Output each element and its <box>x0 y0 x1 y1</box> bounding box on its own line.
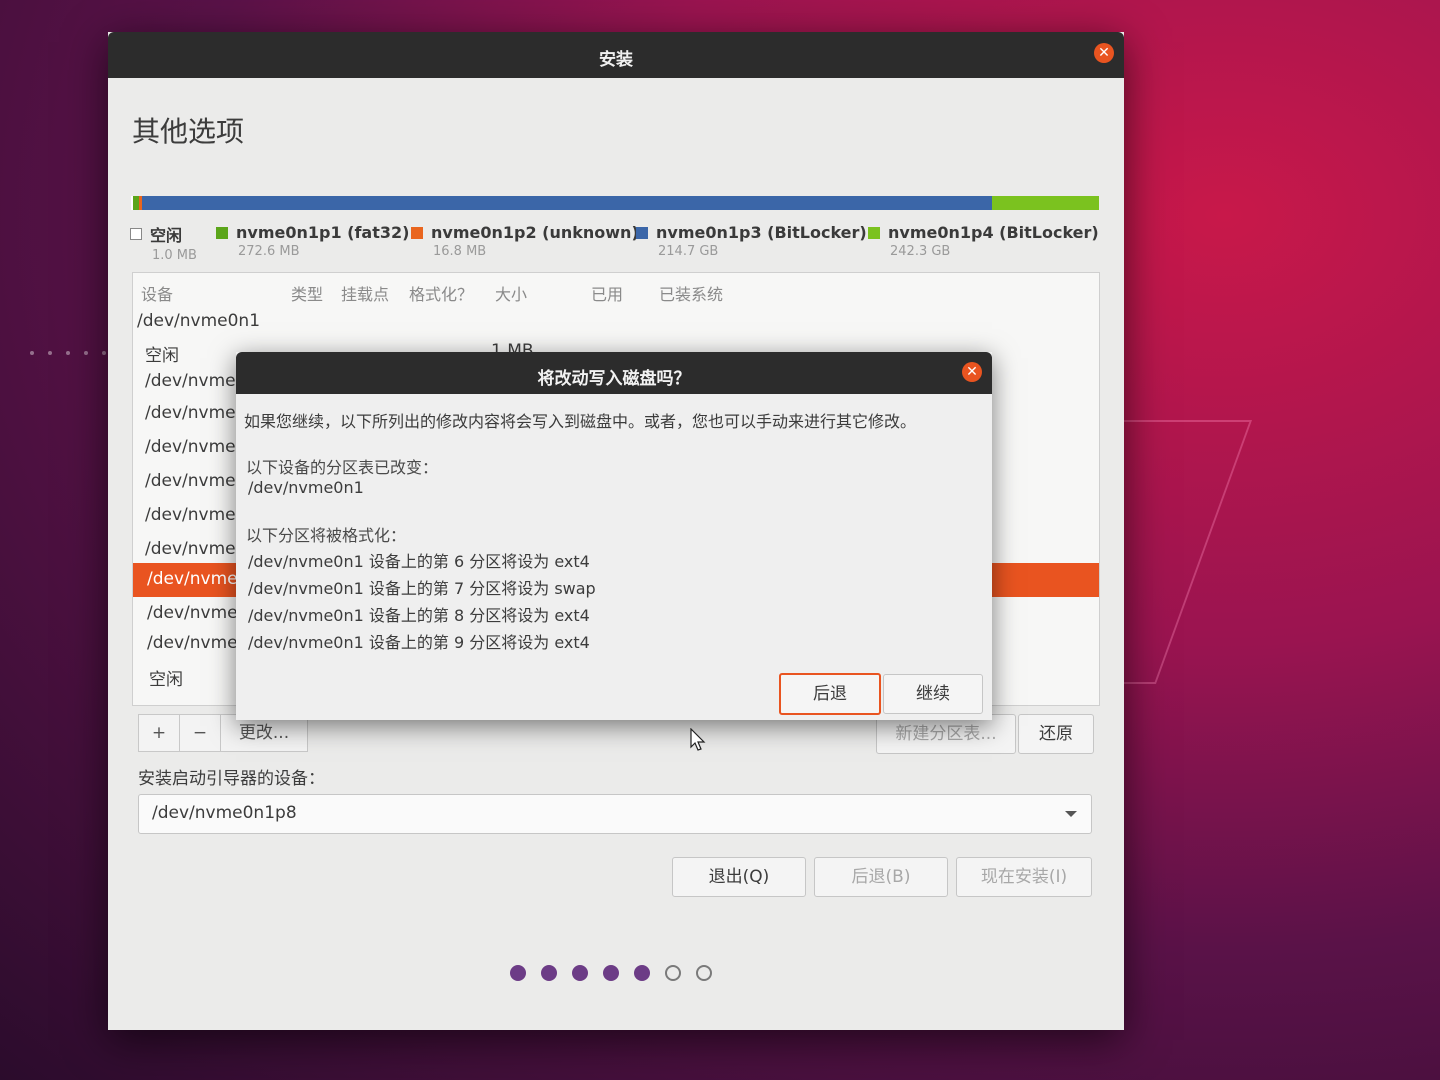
table-header: 设备 类型 挂载点 格式化？ 大小 已用 已装系统 <box>133 281 1099 305</box>
remove-partition-button[interactable]: − <box>180 715 221 751</box>
legend-swatch <box>130 228 142 240</box>
progress-dot-pending <box>696 965 712 981</box>
chevron-down-icon <box>1065 811 1077 817</box>
bootloader-device-value: /dev/nvme0n1p8 <box>152 803 297 823</box>
bootloader-label: 安装启动引导器的设备： <box>138 769 325 789</box>
legend-size: 214.7 GB <box>658 244 719 259</box>
legend-item-p1: nvme0n1p1 (fat32) 272.6 MB <box>216 222 409 259</box>
format-line: /dev/nvme0n1 设备上的第 7 分区将设为 swap <box>248 579 596 598</box>
progress-dot-done <box>603 965 619 981</box>
add-partition-button[interactable]: + <box>139 715 180 751</box>
install-now-button[interactable]: 现在安装(I) <box>956 857 1092 897</box>
legend-size: 272.6 MB <box>238 244 300 259</box>
format-line: /dev/nvme0n1 设备上的第 9 分区将设为 ext4 <box>248 633 590 652</box>
back-button[interactable]: 后退(B) <box>814 857 948 897</box>
quit-button[interactable]: 退出(Q) <box>672 857 806 897</box>
progress-dots <box>510 965 727 981</box>
legend-label: nvme0n1p2 (unknown) <box>431 223 639 242</box>
column-header-type[interactable]: 类型 <box>291 281 323 305</box>
close-icon[interactable]: ✕ <box>962 362 982 382</box>
window-title: 安装 <box>599 50 633 70</box>
legend-label: nvme0n1p3 (BitLocker) <box>656 223 867 242</box>
row-device: /dev/nvme0 <box>147 569 249 589</box>
progress-dot-done <box>510 965 526 981</box>
column-header-device[interactable]: 设备 <box>141 281 173 305</box>
row-device: 空闲 <box>145 346 179 366</box>
column-header-os[interactable]: 已装系统 <box>659 281 723 305</box>
legend-item-p4: nvme0n1p4 (BitLocker) 242.3 GB <box>868 222 1099 259</box>
dialog-back-button[interactable]: 后退 <box>779 673 881 715</box>
row-device: /dev/nvme0n1 <box>137 311 261 331</box>
window-titlebar: 安装 ✕ <box>108 32 1124 78</box>
legend-label: nvme0n1p4 (BitLocker) <box>888 223 1099 242</box>
table-row[interactable]: /dev/nvme0n1 <box>133 307 1099 337</box>
legend-swatch <box>411 226 423 239</box>
format-line: /dev/nvme0n1 设备上的第 8 分区将设为 ext4 <box>248 606 590 625</box>
dialog-message: 如果您继续，以下所列出的修改内容将会写入到磁盘中。或者，您也可以手动来进行其它修… <box>244 412 917 431</box>
legend-label: 空闲 <box>150 226 183 245</box>
close-icon[interactable]: ✕ <box>1094 43 1114 63</box>
dialog-continue-button[interactable]: 继续 <box>883 674 983 714</box>
legend-swatch <box>216 226 228 239</box>
dialog-title: 将改动写入磁盘吗？ <box>537 369 691 389</box>
new-partition-table-button[interactable]: 新建分区表... <box>876 714 1016 754</box>
disk-bar-bitlocker-p3 <box>141 196 992 210</box>
progress-dot-pending <box>665 965 681 981</box>
row-device: 空闲 <box>149 670 183 690</box>
table-changed-heading: 以下设备的分区表已改变： <box>246 458 439 477</box>
page-title: 其他选项 <box>132 115 245 148</box>
progress-dot-done <box>541 965 557 981</box>
row-device: /dev/nvme0 <box>147 603 249 623</box>
partition-legend: 空闲 1.0 MB nvme0n1p1 (fat32) 272.6 MB nvm… <box>130 222 1110 266</box>
legend-size: 16.8 MB <box>433 244 487 259</box>
wallpaper-dots <box>30 340 120 359</box>
legend-item-p3: nvme0n1p3 (BitLocker) 214.7 GB <box>636 222 867 259</box>
legend-swatch <box>868 226 880 239</box>
format-line: /dev/nvme0n1 设备上的第 6 分区将设为 ext4 <box>248 552 590 571</box>
progress-dot-done <box>572 965 588 981</box>
confirm-write-dialog: 将改动写入磁盘吗？ ✕ 如果您继续，以下所列出的修改内容将会写入到磁盘中。或者，… <box>236 352 992 720</box>
legend-swatch <box>636 226 648 239</box>
revert-button[interactable]: 还原 <box>1018 714 1094 754</box>
bootloader-device-select[interactable]: /dev/nvme0n1p8 <box>138 794 1092 834</box>
row-device: /dev/nvme0 <box>145 371 247 391</box>
row-device: /dev/nvme0 <box>145 539 247 559</box>
mouse-cursor-icon <box>690 728 706 751</box>
row-device: /dev/nvme0 <box>145 471 247 491</box>
disk-usage-bar <box>131 196 1099 210</box>
column-header-used[interactable]: 已用 <box>591 281 623 305</box>
disk-bar-bitlocker-p4 <box>991 196 1099 210</box>
row-device: /dev/nvme0 <box>145 437 247 457</box>
format-heading: 以下分区将被格式化： <box>246 526 407 545</box>
legend-size: 1.0 MB <box>152 248 197 263</box>
table-changed-device: /dev/nvme0n1 <box>248 478 364 497</box>
row-device: /dev/nvme0 <box>145 505 247 525</box>
column-header-format[interactable]: 格式化？ <box>409 281 473 305</box>
row-device: /dev/nvme0 <box>145 403 247 423</box>
row-device: /dev/nvme0 <box>147 633 249 653</box>
dialog-titlebar: 将改动写入磁盘吗？ ✕ <box>236 352 992 394</box>
progress-dot-done <box>634 965 650 981</box>
change-partition-button[interactable]: 更改... <box>221 715 307 751</box>
legend-size: 242.3 GB <box>890 244 951 259</box>
column-header-mount[interactable]: 挂载点 <box>341 281 389 305</box>
legend-item-free: 空闲 1.0 MB <box>130 222 197 263</box>
legend-item-p2: nvme0n1p2 (unknown) 16.8 MB <box>411 222 639 259</box>
legend-label: nvme0n1p1 (fat32) <box>236 223 410 242</box>
column-header-size[interactable]: 大小 <box>495 281 527 305</box>
